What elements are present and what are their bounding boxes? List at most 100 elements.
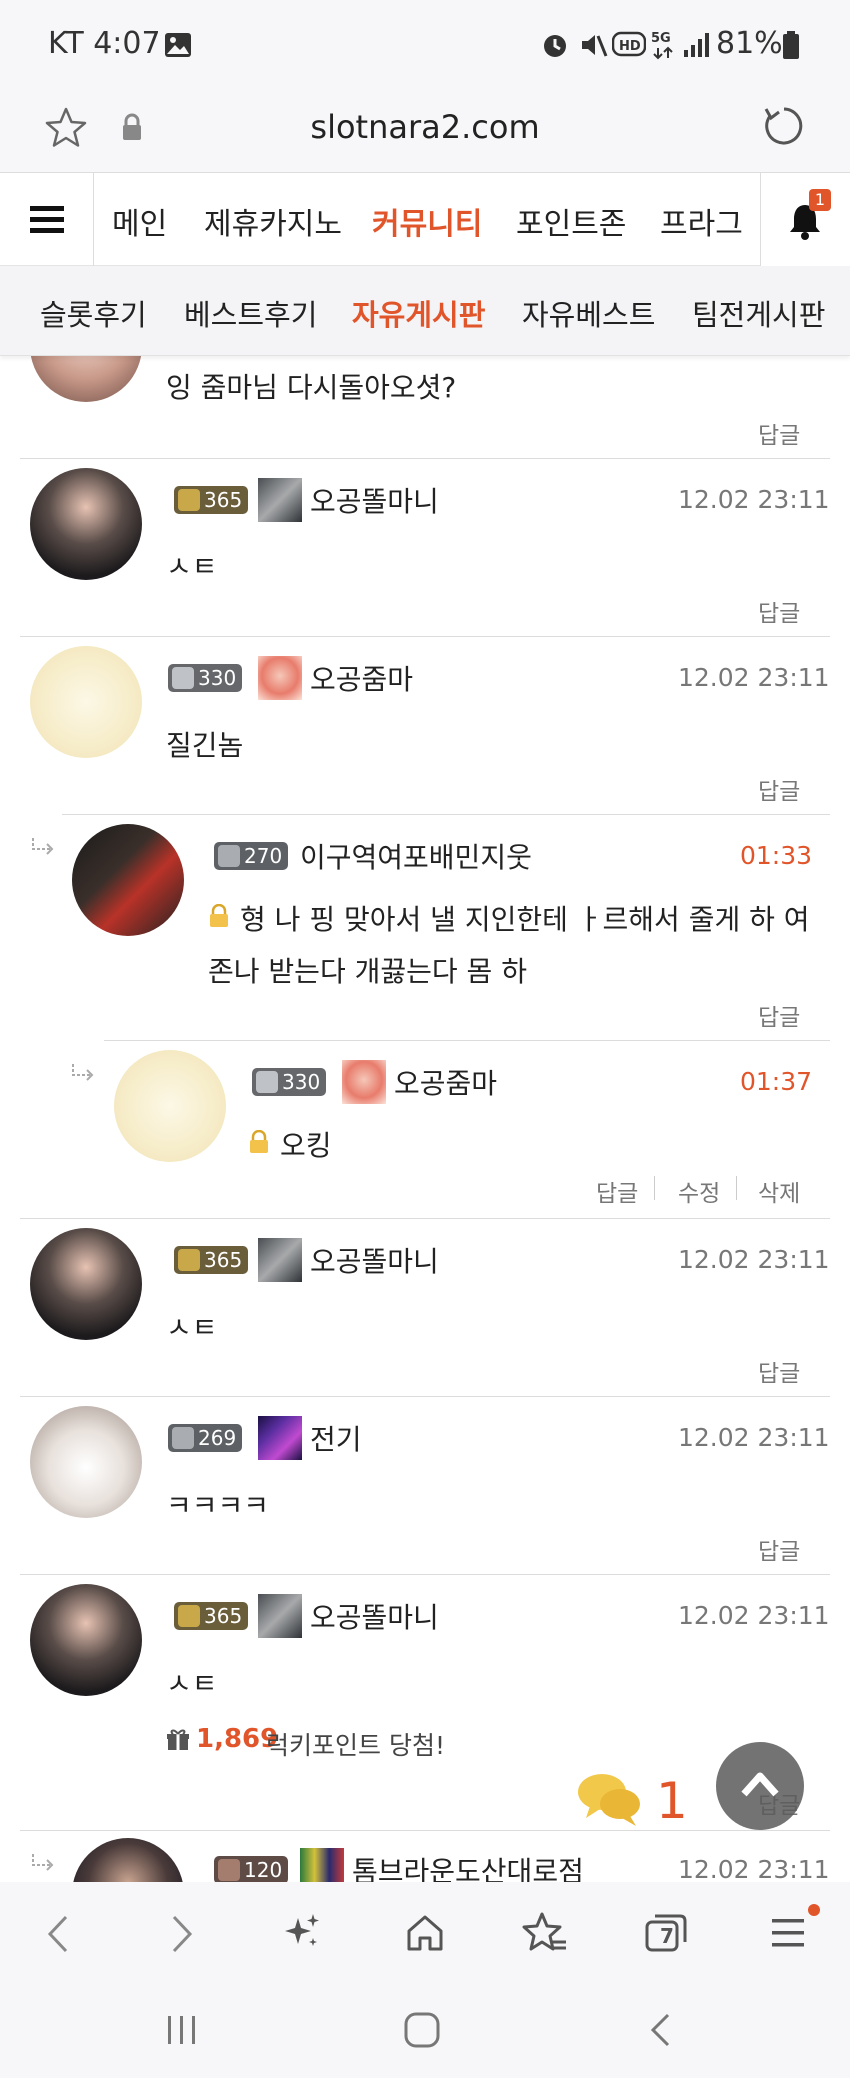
avatar[interactable] <box>30 646 142 758</box>
divider <box>104 1040 830 1041</box>
edit-button[interactable]: 수정 <box>678 1174 720 1208</box>
nickname[interactable]: 전기 <box>310 1418 362 1458</box>
bookmarks-icon[interactable] <box>522 1910 568 1954</box>
chat-widget[interactable]: 1 <box>576 1770 688 1842</box>
delete-button[interactable]: 삭제 <box>758 1174 800 1208</box>
gift-icon <box>167 1729 189 1750</box>
tab-best-review[interactable]: 베스트후기 <box>184 292 317 334</box>
divider <box>20 636 830 637</box>
nickname[interactable]: 오공똘마니 <box>310 480 439 520</box>
url-text[interactable]: slotnara2.com <box>0 108 850 146</box>
timestamp: 12.02 23:11 <box>678 663 830 692</box>
level-badge: 270 <box>214 842 289 870</box>
tab-free-board[interactable]: 자유게시판 <box>352 292 485 334</box>
scroll-top-button[interactable] <box>716 1742 804 1830</box>
member-icon <box>258 1238 302 1282</box>
member-icon <box>258 478 302 522</box>
timestamp: 01:33 <box>740 841 813 870</box>
level-value: 365 <box>204 488 243 512</box>
level-value: 270 <box>244 844 283 868</box>
nav-item-prag[interactable]: 프라그 <box>660 199 743 243</box>
reply-button[interactable]: 답글 <box>596 1174 638 1208</box>
avatar[interactable] <box>30 468 142 580</box>
reply-button[interactable]: 답글 <box>758 1354 800 1388</box>
divider <box>20 1830 830 1831</box>
level-badge: 269 <box>168 1424 243 1452</box>
nickname[interactable]: 오공줌마 <box>310 658 413 698</box>
nickname[interactable]: 오공똘마니 <box>310 1240 439 1280</box>
nickname[interactable]: 오공똘마니 <box>310 1596 439 1636</box>
tab-count: 7 <box>660 1924 674 1948</box>
browser-toolbar: 7 <box>0 1882 850 1988</box>
home-icon[interactable] <box>404 1912 446 1954</box>
comment-text: 형 나 핑 맞아서 낼 지인한테 ㅏ르해서 줄게 하 여 <box>240 903 810 936</box>
nickname[interactable]: 이구역여포배민지웃 <box>300 836 532 876</box>
member-icon <box>258 656 302 700</box>
comment-text: ㅅㅌ <box>166 1667 218 1700</box>
timestamp: 12.02 23:11 <box>678 1601 830 1630</box>
chat-bubbles-icon <box>578 1774 640 1826</box>
timestamp: 12.02 23:11 <box>678 1855 830 1884</box>
timestamp: 12.02 23:11 <box>678 1245 830 1274</box>
avatar[interactable] <box>114 1050 226 1162</box>
avatar[interactable] <box>30 1228 142 1340</box>
action-separator <box>654 1176 655 1200</box>
comment-text: ㅅㅌ <box>166 1311 218 1344</box>
level-value: 269 <box>198 1426 237 1450</box>
hamburger-icon <box>30 206 64 233</box>
comment-text: 질긴놈 <box>166 729 244 762</box>
avatar[interactable] <box>30 1406 142 1518</box>
battery-percent: 81% <box>716 26 783 61</box>
home-nav-icon[interactable] <box>402 2010 442 2050</box>
url-bar: slotnara2.com <box>0 88 850 172</box>
reply-button[interactable]: 답글 <box>758 594 800 628</box>
sparkle-icon[interactable] <box>282 1912 322 1952</box>
tab-team-board[interactable]: 팀전게시판 <box>692 292 825 334</box>
level-value: 120 <box>244 1858 283 1882</box>
level-badge: 120 <box>214 1856 289 1884</box>
nav-item-main[interactable]: 메인 <box>112 199 167 243</box>
back-icon[interactable] <box>46 1914 70 1954</box>
comment-text: 잉 줌마님 다시돌아오셧? <box>166 371 457 404</box>
nav-item-community[interactable]: 커뮤니티 <box>372 199 482 243</box>
reply-button[interactable]: 답글 <box>758 772 800 806</box>
gallery-icon <box>165 33 191 57</box>
5g-icon: 5G <box>651 31 673 60</box>
tab-slot-review[interactable]: 슬롯후기 <box>40 292 147 334</box>
tab-free-best[interactable]: 자유베스트 <box>522 292 655 334</box>
level-value: 365 <box>204 1604 243 1628</box>
back-nav-icon[interactable] <box>648 2012 672 2048</box>
secret-lock-icon <box>250 1130 268 1153</box>
action-separator <box>736 1176 737 1200</box>
divider <box>20 1396 830 1397</box>
reply-button[interactable]: 답글 <box>758 1532 800 1566</box>
level-value: 365 <box>204 1248 243 1272</box>
recents-icon[interactable] <box>164 2012 200 2048</box>
reply-arrow-icon <box>32 1854 54 1871</box>
avatar[interactable] <box>72 824 184 936</box>
comment-text: 오킹 <box>280 1129 332 1162</box>
notification-button[interactable]: 1 <box>760 173 850 267</box>
chat-count: 1 <box>656 1772 688 1830</box>
menu-button[interactable] <box>0 173 94 267</box>
level-badge: 365 <box>174 1246 249 1274</box>
menu-notification-dot <box>808 1904 820 1916</box>
forward-icon[interactable] <box>170 1914 194 1954</box>
comment-text-line2: 존나 받는다 개끓는다 몸 하 <box>208 955 527 988</box>
signal-icon <box>684 33 709 57</box>
nickname[interactable]: 오공줌마 <box>394 1062 497 1102</box>
reply-arrow-icon <box>72 1064 94 1081</box>
timestamp: 12.02 23:11 <box>678 485 830 514</box>
avatar[interactable] <box>30 1584 142 1696</box>
divider <box>20 1574 830 1575</box>
nav-item-partner-casino[interactable]: 제휴카지노 <box>204 199 342 243</box>
status-bar: KT 4:07 HD 5G 81% <box>0 0 850 88</box>
nav-item-point-zone[interactable]: 포인트존 <box>516 199 626 243</box>
sub-nav: 슬롯후기 베스트후기 자유게시판 자유베스트 팀전게시판 <box>0 266 850 356</box>
reply-button[interactable]: 답글 <box>758 416 800 450</box>
comment-text: ㅋㅋㅋㅋ <box>166 1489 270 1522</box>
main-nav: 메인 제휴카지노 커뮤니티 포인트존 프라그 1 <box>0 172 850 267</box>
refresh-icon[interactable] <box>762 104 806 148</box>
menu-icon[interactable] <box>770 1916 806 1950</box>
reply-button[interactable]: 답글 <box>758 998 800 1032</box>
